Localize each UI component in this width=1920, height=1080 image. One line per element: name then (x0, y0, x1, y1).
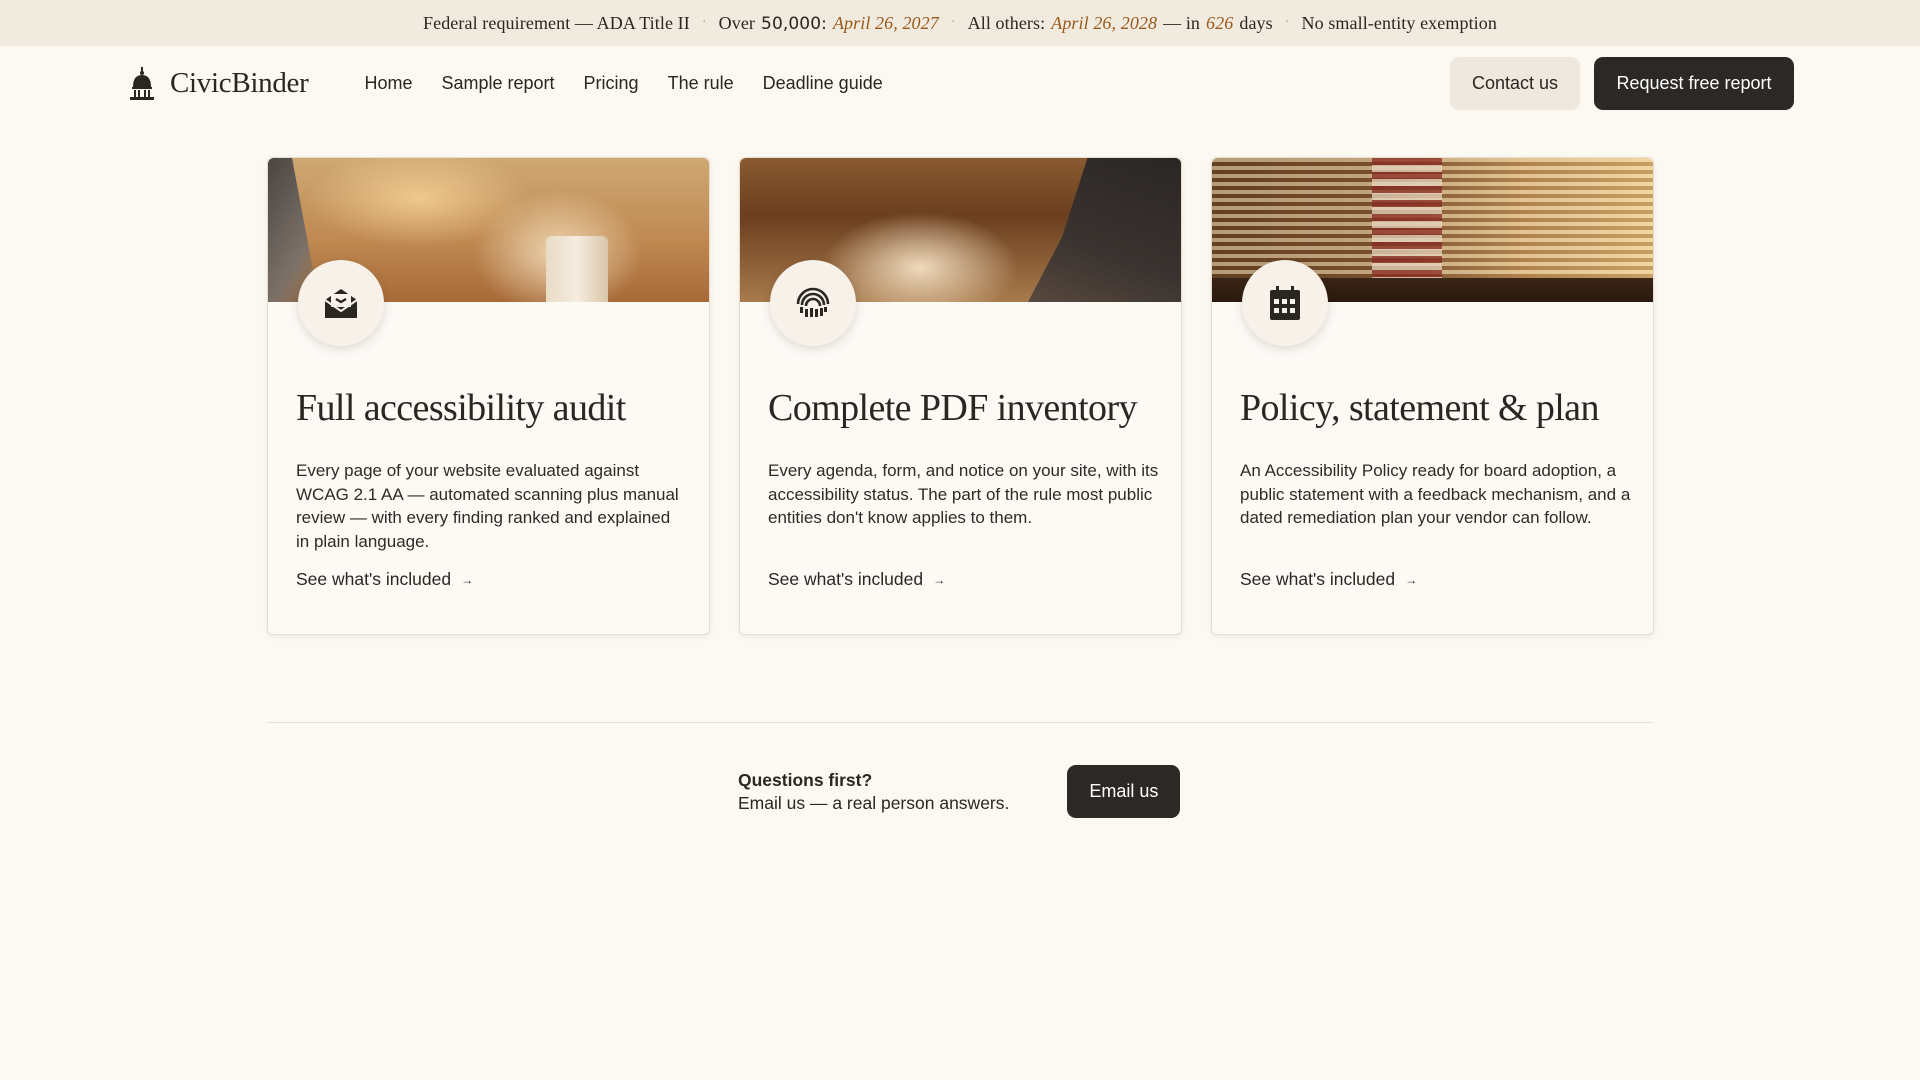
cta-text: Questions first? Email us — a real perso… (738, 769, 1009, 815)
other-entity-date: April 26, 2028 (1051, 12, 1158, 33)
section-divider (267, 722, 1653, 723)
nav-actions: Contact us Request free report (1450, 57, 1794, 110)
feature-card-audit: Full accessibility audit Every page of y… (267, 157, 710, 635)
feature-cards: Full accessibility audit Every page of y… (267, 157, 1654, 635)
other-entity-deadline: All others: April 26, 2028 — in 626 days (968, 13, 1273, 34)
large-entity-date: April 26, 2027 (832, 12, 939, 33)
feature-card-policy: Policy, statement & plan An Accessibilit… (1211, 157, 1654, 635)
photo-mug (546, 236, 608, 302)
see-whats-included-link[interactable]: See what's included → (1240, 569, 1417, 590)
logo-text: CivicBinder (170, 67, 309, 99)
arrow-right-icon: → (461, 572, 474, 587)
request-free-report-button[interactable]: Request free report (1594, 57, 1794, 110)
email-us-button[interactable]: Email us (1067, 765, 1181, 818)
large-entity-prefix: Over (718, 12, 756, 33)
nav-link-the-rule[interactable]: The rule (668, 73, 734, 94)
nav-link-deadline-guide[interactable]: Deadline guide (763, 73, 883, 94)
card-icon-badge (1242, 260, 1328, 346)
card-icon-badge (770, 260, 856, 346)
nav-link-pricing[interactable]: Pricing (584, 73, 639, 94)
arrow-right-icon: → (933, 572, 946, 587)
countdown-suffix: days (1239, 12, 1273, 33)
nav-menu: Home Sample report Pricing The rule Dead… (364, 73, 882, 94)
cta-subtext: Email us — a real person answers. (738, 792, 1010, 813)
other-entity-prefix: All others: (967, 12, 1046, 33)
photo-sleeve (1028, 158, 1181, 302)
card-description: Every page of your website evaluated aga… (296, 461, 679, 551)
countdown-days: 626 (1206, 12, 1234, 33)
arrow-right-icon: → (1405, 572, 1418, 587)
nav-link-home[interactable]: Home (364, 73, 412, 94)
contact-us-button[interactable]: Contact us (1450, 57, 1580, 110)
large-entity-deadline: Over 50,000: April 26, 2027 (719, 13, 939, 34)
see-whats-included-link[interactable]: See what's included → (768, 569, 945, 590)
capitol-dome-icon (130, 66, 154, 100)
requirement-text: Federal requirement — ADA Title II (423, 12, 690, 33)
card-description: Every agenda, form, and notice on your s… (768, 461, 1159, 527)
main-nav: CivicBinder Home Sample report Pricing T… (0, 46, 1920, 121)
calendar-icon (1270, 286, 1300, 320)
card-description: An Accessibility Policy ready for board … (1240, 461, 1631, 527)
card-icon-badge (298, 260, 384, 346)
card-title: Complete PDF inventory (768, 387, 1138, 429)
exemption-note: No small-entity exemption (1301, 12, 1497, 33)
feature-card-pdf-inventory: Complete PDF inventory Every agenda, for… (739, 157, 1182, 635)
fingerprint-icon (796, 287, 830, 317)
separator-dot: · (701, 15, 707, 30)
link-label: See what's included (768, 569, 924, 589)
logo[interactable]: CivicBinder (128, 66, 309, 101)
population-threshold: 50,000: (761, 13, 827, 34)
questions-cta: Questions first? Email us — a real perso… (738, 765, 1181, 818)
link-label: See what's included (1240, 569, 1396, 589)
card-title: Policy, statement & plan (1240, 387, 1599, 429)
announcement-bar: Federal requirement — ADA Title II · Ove… (0, 0, 1920, 46)
countdown-mid: — in (1163, 12, 1201, 33)
see-whats-included-link[interactable]: See what's included → (296, 569, 473, 590)
separator-dot: · (1284, 15, 1290, 30)
card-title: Full accessibility audit (296, 387, 626, 429)
envelope-open-icon (324, 289, 358, 318)
link-label: See what's included (296, 569, 452, 589)
separator-dot: · (950, 15, 956, 30)
nav-link-sample-report[interactable]: Sample report (441, 73, 554, 94)
cta-question: Questions first? (738, 769, 873, 790)
